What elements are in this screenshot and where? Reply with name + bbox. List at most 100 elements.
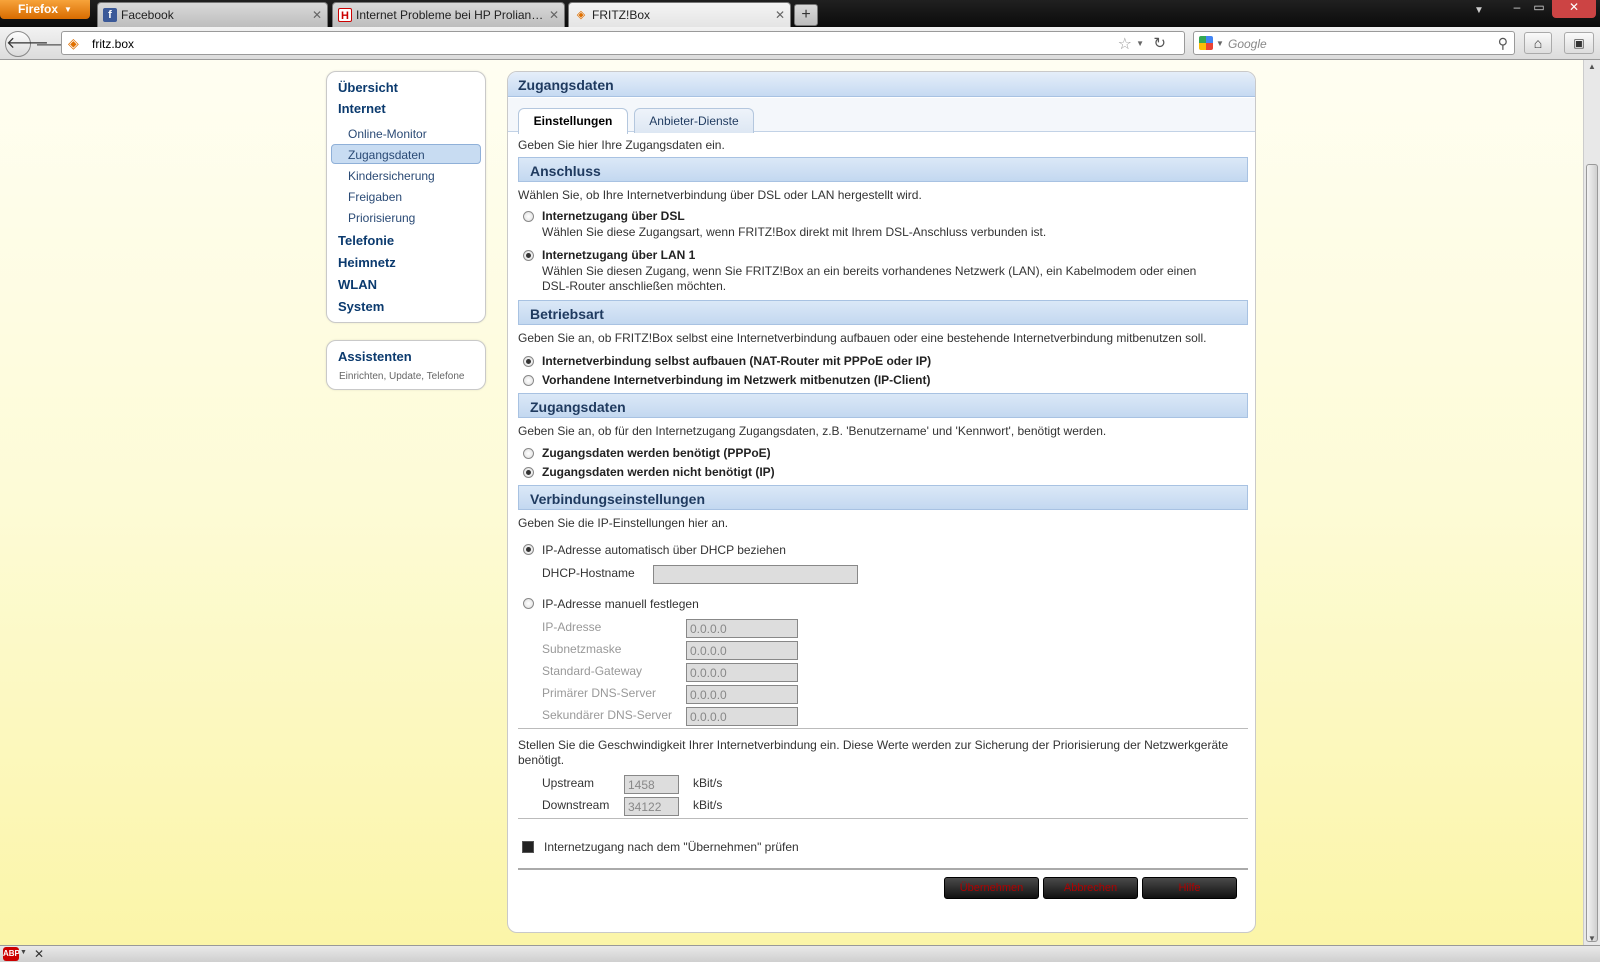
sidebar-item-priorisierung[interactable]: Priorisierung xyxy=(348,211,415,225)
tab-einstellungen[interactable]: Einstellungen xyxy=(518,108,628,134)
sidebar-item-internet[interactable]: Internet xyxy=(338,101,386,116)
sidebar-item-system[interactable]: System xyxy=(338,299,384,314)
zugangsdaten-desc: Geben Sie an, ob für den Internetzugang … xyxy=(518,424,1107,438)
minimize-icon[interactable]: – xyxy=(1508,0,1526,18)
subnet-mask-input[interactable] xyxy=(686,641,798,660)
sidebar-item-uebersicht[interactable]: Übersicht xyxy=(338,80,398,95)
bookmark-star-icon[interactable]: ☆ xyxy=(1118,34,1132,54)
assistants-box[interactable]: Assistenten Einrichten, Update, Telefone xyxy=(326,340,486,390)
cancel-button[interactable]: Abbrechen xyxy=(1043,877,1138,899)
radio-pppoe[interactable] xyxy=(523,448,534,459)
tab-label: Internet Probleme bei HP Proliant DL ... xyxy=(356,8,544,22)
apply-button[interactable]: Übernehmen xyxy=(944,877,1039,899)
assistants-subtitle: Einrichten, Update, Telefone xyxy=(339,371,465,382)
downstream-unit: kBit/s xyxy=(693,798,723,812)
dhcp-hostname-input[interactable] xyxy=(653,565,858,584)
tab-hp-proliant[interactable]: H Internet Probleme bei HP Proliant DL .… xyxy=(332,2,565,27)
section-title: Verbindungseinstellungen xyxy=(530,491,706,507)
close-icon[interactable]: ✕ xyxy=(549,8,559,22)
section-title: Zugangsdaten xyxy=(530,399,626,415)
radio-ip[interactable] xyxy=(523,467,534,478)
main-panel: Zugangsdaten Einstellungen Anbieter-Dien… xyxy=(507,71,1256,933)
assistants-title[interactable]: Assistenten xyxy=(338,349,412,364)
section-zugangsdaten: Zugangsdaten xyxy=(518,393,1248,418)
downstream-input[interactable] xyxy=(624,797,679,816)
addon-button[interactable]: ▣ xyxy=(1564,32,1594,54)
chevron-down-icon[interactable]: ▼ xyxy=(1216,39,1224,48)
google-icon[interactable] xyxy=(1199,36,1213,50)
radio-lan1[interactable] xyxy=(523,250,534,261)
option-nat-router: Internetverbindung selbst aufbauen (NAT-… xyxy=(542,354,932,368)
facebook-icon: f xyxy=(103,8,117,22)
secondary-dns-input[interactable] xyxy=(686,707,798,726)
sidebar-item-telefonie[interactable]: Telefonie xyxy=(338,233,394,248)
upstream-input[interactable] xyxy=(624,775,679,794)
close-icon[interactable]: ✕ xyxy=(34,947,44,961)
check-after-apply-checkbox[interactable] xyxy=(522,841,534,853)
option-ip: Zugangsdaten werden nicht benötigt (IP) xyxy=(542,465,775,479)
firefox-menu-label: Firefox xyxy=(18,2,59,16)
chevron-down-icon[interactable]: ▼ xyxy=(20,949,27,956)
close-icon[interactable]: ✕ xyxy=(775,8,785,22)
tab-anbieter-dienste[interactable]: Anbieter-Dienste xyxy=(634,108,754,133)
radio-manual-ip[interactable] xyxy=(523,598,534,609)
radio-ip-client[interactable] xyxy=(523,375,534,386)
primary-dns-input[interactable] xyxy=(686,685,798,704)
search-placeholder: Google xyxy=(1228,37,1267,51)
section-betriebsart: Betriebsart xyxy=(518,300,1248,325)
page-scrollbar[interactable]: ▲ ▼ xyxy=(1583,60,1600,945)
ip-address-input[interactable] xyxy=(686,619,798,638)
upstream-unit: kBit/s xyxy=(693,776,723,790)
divider xyxy=(518,818,1248,819)
option-lan1-desc: Wählen Sie diesen Zugang, wenn Sie FRITZ… xyxy=(542,264,1197,278)
scroll-up-icon[interactable]: ▲ xyxy=(1588,62,1596,71)
adblock-icon[interactable]: ABP xyxy=(3,947,20,961)
reload-icon[interactable]: ↻ xyxy=(1153,34,1166,52)
help-button[interactable]: Hilfe xyxy=(1142,877,1237,899)
tab-label: FRITZ!Box xyxy=(592,8,651,22)
gateway-label: Standard-Gateway xyxy=(542,664,643,678)
divider xyxy=(518,868,1248,870)
search-bar[interactable]: ▼ Google ⚲ xyxy=(1193,31,1515,55)
firefox-menu-button[interactable]: Firefox ▼ xyxy=(0,0,90,19)
sidebar-item-freigaben[interactable]: Freigaben xyxy=(348,190,402,204)
search-icon[interactable]: ⚲ xyxy=(1498,35,1508,52)
fritzbox-icon: ◈ xyxy=(68,35,79,51)
upstream-label: Upstream xyxy=(542,776,595,790)
downstream-label: Downstream xyxy=(542,798,610,812)
divider xyxy=(518,728,1248,729)
tab-fritzbox[interactable]: ◈ FRITZ!Box ✕ xyxy=(568,2,791,27)
sidebar-item-zugangsdaten[interactable]: Zugangsdaten xyxy=(348,148,425,162)
new-tab-button[interactable]: + xyxy=(794,4,818,26)
sidebar-item-wlan[interactable]: WLAN xyxy=(338,277,377,292)
chevron-down-icon: ▼ xyxy=(64,5,72,14)
tab-list-icon[interactable]: ▼ xyxy=(1474,5,1484,16)
option-pppoe: Zugangsdaten werden benötigt (PPPoE) xyxy=(542,446,771,460)
window-close-icon[interactable]: ✕ xyxy=(1552,0,1596,18)
speed-desc: Stellen Sie die Geschwindigkeit Ihrer In… xyxy=(518,738,1229,752)
radio-dhcp[interactable] xyxy=(523,544,534,555)
close-icon[interactable]: ✕ xyxy=(312,8,322,22)
option-ip-client: Vorhandene Internetverbindung im Netzwer… xyxy=(542,373,931,387)
gateway-input[interactable] xyxy=(686,663,798,682)
check-after-apply-label: Internetzugang nach dem "Übernehmen" prü… xyxy=(544,840,799,854)
tab-facebook[interactable]: f Facebook ✕ xyxy=(97,2,328,27)
url-bar[interactable]: ◈ fritz.box ☆ ▼ ↻ xyxy=(61,31,1185,55)
back-button[interactable]: 🡐 xyxy=(5,31,49,57)
scroll-down-icon[interactable]: ▼ xyxy=(1588,934,1596,943)
sidebar-item-online-monitor[interactable]: Online-Monitor xyxy=(348,127,427,141)
radio-dsl[interactable] xyxy=(523,211,534,222)
scrollbar-thumb[interactable] xyxy=(1586,164,1598,942)
sidebar-item-kindersicherung[interactable]: Kindersicherung xyxy=(348,169,435,183)
maximize-icon[interactable]: ▭ xyxy=(1530,0,1548,18)
chevron-down-icon[interactable]: ▼ xyxy=(1136,39,1144,48)
anschluss-desc: Wählen Sie, ob Ihre Internetverbindung ü… xyxy=(518,188,922,202)
primary-dns-label: Primärer DNS-Server xyxy=(542,686,657,700)
radio-nat-router[interactable] xyxy=(523,356,534,367)
home-button[interactable]: ⌂ xyxy=(1524,32,1552,54)
option-dhcp: IP-Adresse automatisch über DHCP beziehe… xyxy=(542,543,786,557)
page-title: Zugangsdaten xyxy=(518,77,614,93)
option-dsl-title: Internetzugang über DSL xyxy=(542,209,685,223)
section-title: Anschluss xyxy=(530,163,601,179)
sidebar-item-heimnetz[interactable]: Heimnetz xyxy=(338,255,396,270)
